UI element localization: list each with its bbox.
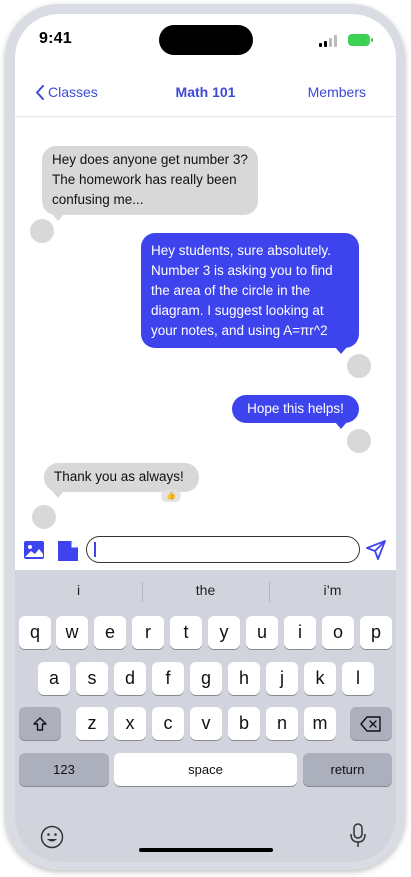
microphone-icon[interactable]: [349, 823, 367, 849]
key[interactable]: c: [152, 707, 184, 740]
message-line: the area of the circle in the: [151, 283, 311, 298]
avatar: [347, 429, 371, 453]
key[interactable]: v: [190, 707, 222, 740]
space-key[interactable]: space: [114, 753, 297, 786]
suggestion[interactable]: the: [142, 582, 269, 598]
emoji-icon[interactable]: [40, 825, 64, 849]
message-input[interactable]: [86, 536, 360, 563]
key[interactable]: x: [114, 707, 146, 740]
key[interactable]: i: [284, 616, 316, 649]
key[interactable]: l: [342, 662, 374, 695]
suggestion[interactable]: i: [15, 582, 142, 598]
send-icon[interactable]: [365, 539, 387, 561]
status-time: 9:41: [39, 30, 72, 47]
key[interactable]: r: [132, 616, 164, 649]
composer-bar: [15, 532, 396, 570]
avatar: [30, 219, 54, 243]
message-bubble-outgoing[interactable]: Hey students, sure absolutely. Number 3 …: [141, 233, 359, 348]
key[interactable]: m: [304, 707, 336, 740]
key[interactable]: z: [76, 707, 108, 740]
members-button[interactable]: Members: [308, 84, 366, 100]
signal-icon: [319, 35, 339, 47]
message-line: diagram. I suggest looking at: [151, 303, 324, 318]
text-cursor: [94, 542, 96, 557]
message-line: Thank you as always!: [54, 469, 184, 484]
key[interactable]: s: [76, 662, 108, 695]
key[interactable]: a: [38, 662, 70, 695]
status-bar: 9:41: [15, 14, 396, 72]
key[interactable]: y: [208, 616, 240, 649]
numbers-key[interactable]: 123: [19, 753, 109, 786]
bubble-tail: [52, 214, 64, 221]
return-key[interactable]: return: [303, 753, 392, 786]
dynamic-island: [159, 25, 253, 55]
bubble-tail: [335, 422, 347, 429]
key[interactable]: j: [266, 662, 298, 695]
bubble-tail: [52, 491, 64, 498]
message-line: Hey students, sure absolutely.: [151, 243, 331, 258]
avatar: [32, 505, 56, 529]
key[interactable]: o: [322, 616, 354, 649]
nav-bar: Classes Math 101 Members: [15, 72, 396, 117]
suggestion[interactable]: i’m: [269, 582, 396, 598]
suggestion-bar: i the i’m: [15, 570, 396, 614]
key[interactable]: t: [170, 616, 202, 649]
key[interactable]: f: [152, 662, 184, 695]
backspace-icon: [360, 715, 381, 732]
photo-icon[interactable]: [23, 540, 45, 560]
message-line: The homework has really been: [52, 172, 237, 187]
message-line: Hope this helps!: [247, 401, 344, 416]
key[interactable]: w: [56, 616, 88, 649]
battery-icon: [348, 34, 373, 46]
home-indicator[interactable]: [139, 848, 273, 852]
thumbs-up-reaction[interactable]: 👍: [161, 490, 181, 502]
message-bubble-incoming[interactable]: Thank you as always!: [44, 463, 199, 492]
shift-icon: [33, 716, 47, 731]
message-line: Number 3 is asking you to find: [151, 263, 333, 278]
keyboard: i the i’m q w e r t y u i o p a s d f g …: [15, 570, 396, 862]
message-line: Hey does anyone get number 3?: [52, 152, 248, 167]
message-line: your notes, and using A=πr^2: [151, 323, 328, 338]
shift-key[interactable]: [19, 707, 61, 740]
key[interactable]: g: [190, 662, 222, 695]
message-bubble-incoming[interactable]: Hey does anyone get number 3? The homewo…: [42, 146, 258, 215]
key[interactable]: b: [228, 707, 260, 740]
key[interactable]: e: [94, 616, 126, 649]
avatar: [347, 354, 371, 378]
key[interactable]: k: [304, 662, 336, 695]
key[interactable]: u: [246, 616, 278, 649]
message-line: confusing me...: [52, 192, 144, 207]
key[interactable]: h: [228, 662, 260, 695]
key[interactable]: d: [114, 662, 146, 695]
key[interactable]: p: [360, 616, 392, 649]
document-icon[interactable]: [57, 540, 79, 562]
message-bubble-outgoing[interactable]: Hope this helps!: [232, 395, 359, 423]
bubble-tail: [335, 347, 347, 354]
phone-screen: 9:41 Classes Math 101 Members Hey does a…: [15, 14, 396, 862]
key[interactable]: q: [19, 616, 51, 649]
key[interactable]: n: [266, 707, 298, 740]
backspace-key[interactable]: [350, 707, 392, 740]
